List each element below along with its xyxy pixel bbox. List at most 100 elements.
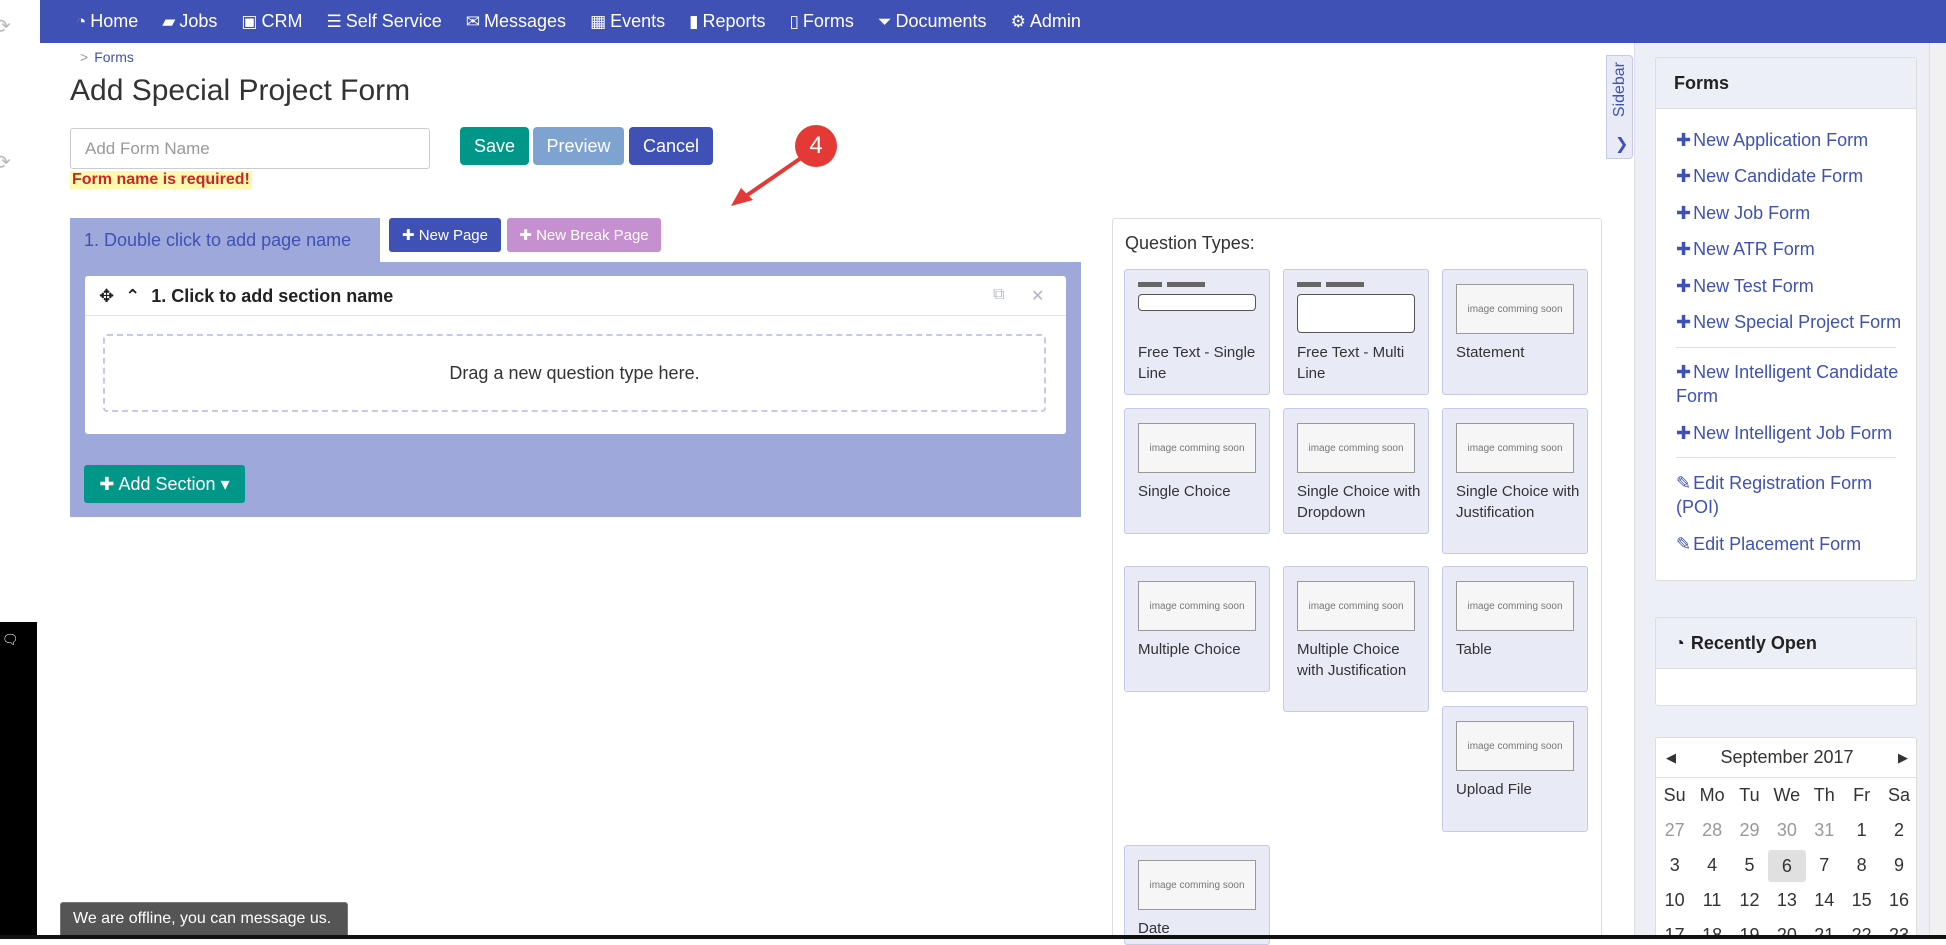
close-icon[interactable]: ✕	[1031, 286, 1044, 306]
calendar-day[interactable]: 31	[1806, 820, 1843, 841]
calendar-day[interactable]: 29	[1731, 820, 1768, 841]
next-month-icon[interactable]: ▶	[1898, 750, 1908, 766]
question-type-label: Single Choice with Justification	[1456, 483, 1580, 521]
question-type-card[interactable]: image comming soon Multiple Choice	[1124, 566, 1270, 692]
calendar-day[interactable]: 1	[1843, 820, 1880, 841]
edit-registration-form-link[interactable]: ✎ Edit Registration Form (POI)	[1676, 471, 1916, 519]
question-type-card[interactable]: image comming soon Statement	[1442, 269, 1588, 395]
cancel-button[interactable]: Cancel	[629, 127, 713, 165]
calendar-day[interactable]: 7	[1806, 855, 1843, 876]
edit-placement-form-link[interactable]: ✎ Edit Placement Form	[1676, 532, 1916, 556]
links-divider	[1676, 347, 1896, 348]
page-tab[interactable]: 1. Double click to add page name	[70, 218, 380, 262]
sidebar-toggle[interactable]: Sidebar ❯	[1606, 55, 1633, 159]
calendar-day[interactable]: 28	[1693, 820, 1730, 841]
preview-button[interactable]: Preview	[533, 127, 624, 165]
prev-month-icon[interactable]: ◀	[1666, 750, 1676, 766]
link-label: New Job Form	[1693, 203, 1811, 223]
multi-line-box	[1297, 294, 1415, 333]
page-scrollbar[interactable]	[1929, 43, 1946, 939]
edit-icon: ✎	[1676, 534, 1692, 554]
calendar: ◀ September 2017 ▶ Su Mo Tu We Th Fr Sa …	[1655, 737, 1917, 939]
question-type-label: Single Choice with Dropdown	[1297, 483, 1421, 521]
image-placeholder: image comming soon	[1456, 581, 1574, 631]
question-type-card[interactable]: image comming soon Upload File	[1442, 706, 1588, 832]
calendar-day[interactable]: 15	[1843, 890, 1880, 911]
form-name-error: Form name is required!	[70, 171, 252, 189]
new-test-form-link[interactable]: ✚ New Test Form	[1676, 274, 1916, 298]
calendar-day[interactable]: 16	[1880, 890, 1916, 911]
nav-self-service[interactable]: ☰ Self Service	[326, 11, 441, 32]
move-icon[interactable]: ✥	[99, 286, 114, 306]
question-type-label: Upload File	[1456, 781, 1532, 798]
calendar-day[interactable]: 4	[1693, 855, 1730, 876]
section-name[interactable]: 1. Click to add section name	[151, 286, 393, 306]
nav-documents[interactable]: ⏷ Documents	[878, 11, 987, 32]
new-intelligent-job-form-link[interactable]: ✚ New Intelligent Job Form	[1676, 421, 1916, 445]
top-nav: ◔ Home ▰ Jobs ▣ CRM ☰ Self Service ✉ Messages…	[40, 0, 1946, 43]
new-atr-form-link[interactable]: ✚ New ATR Form	[1676, 237, 1916, 261]
calendar-day[interactable]: 10	[1656, 890, 1693, 911]
recently-open-panel: ◔ Recently Open	[1655, 617, 1917, 706]
chevron-up-icon[interactable]: ⌃	[125, 286, 140, 306]
plus-icon: ✚	[1676, 203, 1692, 223]
question-type-card[interactable]: image comming soon Table	[1442, 566, 1588, 692]
question-type-card[interactable]: image comming soon Single Choice with Ju…	[1442, 408, 1588, 554]
chat-icon[interactable]: 🗨	[2, 632, 19, 648]
new-intelligent-candidate-form-link[interactable]: ✚ New Intelligent Candidate Form	[1676, 360, 1916, 408]
save-button[interactable]: Save	[460, 127, 529, 165]
image-placeholder: image comming soon	[1297, 423, 1415, 473]
question-type-card[interactable]: Free Text - Single Line	[1124, 269, 1270, 395]
nav-events[interactable]: ▦ Events	[590, 11, 665, 32]
calendar-day[interactable]: 2	[1880, 820, 1916, 841]
new-special-project-form-link[interactable]: ✚ New Special Project Form	[1676, 310, 1916, 334]
calendar-day[interactable]: 27	[1656, 820, 1693, 841]
nav-admin[interactable]: ⚙ Admin	[1011, 11, 1081, 32]
new-break-page-label: New Break Page	[536, 227, 649, 244]
nav-crm[interactable]: ▣ CRM	[241, 11, 302, 32]
new-page-label: New Page	[418, 227, 488, 244]
breadcrumb-separator: >	[80, 49, 89, 65]
new-application-form-link[interactable]: ✚ New Application Form	[1676, 128, 1916, 152]
question-type-card[interactable]: image comming soon Multiple Choice with …	[1283, 566, 1429, 712]
left-glyph-icon: ⟳	[0, 16, 11, 38]
nav-home[interactable]: ◔ Home	[76, 11, 138, 32]
link-label: New Intelligent Candidate Form	[1676, 362, 1899, 406]
calendar-dow: Sa	[1888, 785, 1911, 805]
link-label: New Special Project Form	[1693, 312, 1902, 332]
section-title[interactable]: ✥ ⌃ 1. Click to add section name	[99, 286, 393, 307]
question-type-card[interactable]: image comming soon Single Choice with Dr…	[1283, 408, 1429, 534]
offline-chat-tab[interactable]: We are offline, you can message us.	[60, 902, 348, 936]
calendar-day-today[interactable]: 6	[1768, 849, 1806, 882]
new-break-page-button[interactable]: ✚ New Break Page	[507, 218, 661, 252]
calendar-day[interactable]: 14	[1806, 890, 1843, 911]
copy-icon[interactable]: ⧉	[993, 286, 1004, 304]
calendar-day[interactable]: 12	[1731, 890, 1768, 911]
calendar-day[interactable]: 9	[1880, 855, 1916, 876]
nav-jobs[interactable]: ▰ Jobs	[162, 11, 217, 32]
calendar-day[interactable]: 8	[1843, 855, 1880, 876]
question-type-card[interactable]: image comming soon Single Choice	[1124, 408, 1270, 534]
nav-reports[interactable]: ▮ Reports	[689, 11, 765, 32]
calendar-day[interactable]: 13	[1768, 890, 1805, 911]
question-type-card[interactable]: Free Text - Multi Line	[1283, 269, 1429, 395]
new-candidate-form-link[interactable]: ✚ New Candidate Form	[1676, 164, 1916, 188]
nav-forms[interactable]: ▯ Forms	[790, 11, 854, 32]
question-drop-zone[interactable]: Drag a new question type here.	[103, 334, 1046, 412]
calendar-day[interactable]: 30	[1768, 820, 1805, 841]
form-name-input[interactable]	[70, 128, 430, 169]
question-type-card[interactable]: image comming soon Date	[1124, 845, 1270, 945]
nav-messages[interactable]: ✉ Messages	[466, 11, 566, 32]
calendar-day[interactable]: 5	[1731, 855, 1768, 876]
add-section-button[interactable]: ✚ Add Section ▾	[84, 465, 245, 503]
calendar-day[interactable]: 3	[1656, 855, 1693, 876]
briefcase-icon: ▣	[241, 11, 258, 31]
new-page-button[interactable]: ✚ New Page	[389, 218, 501, 252]
calendar-day[interactable]: 11	[1693, 890, 1730, 911]
breadcrumb-forms-link[interactable]: Forms	[94, 49, 134, 65]
chevron-right-icon: ❯	[1615, 136, 1629, 153]
question-type-label: Multiple Choice with Justification	[1297, 641, 1407, 679]
new-job-form-link[interactable]: ✚ New Job Form	[1676, 201, 1916, 225]
edit-icon: ✎	[1676, 473, 1692, 493]
plus-icon: ✚	[1676, 423, 1692, 443]
